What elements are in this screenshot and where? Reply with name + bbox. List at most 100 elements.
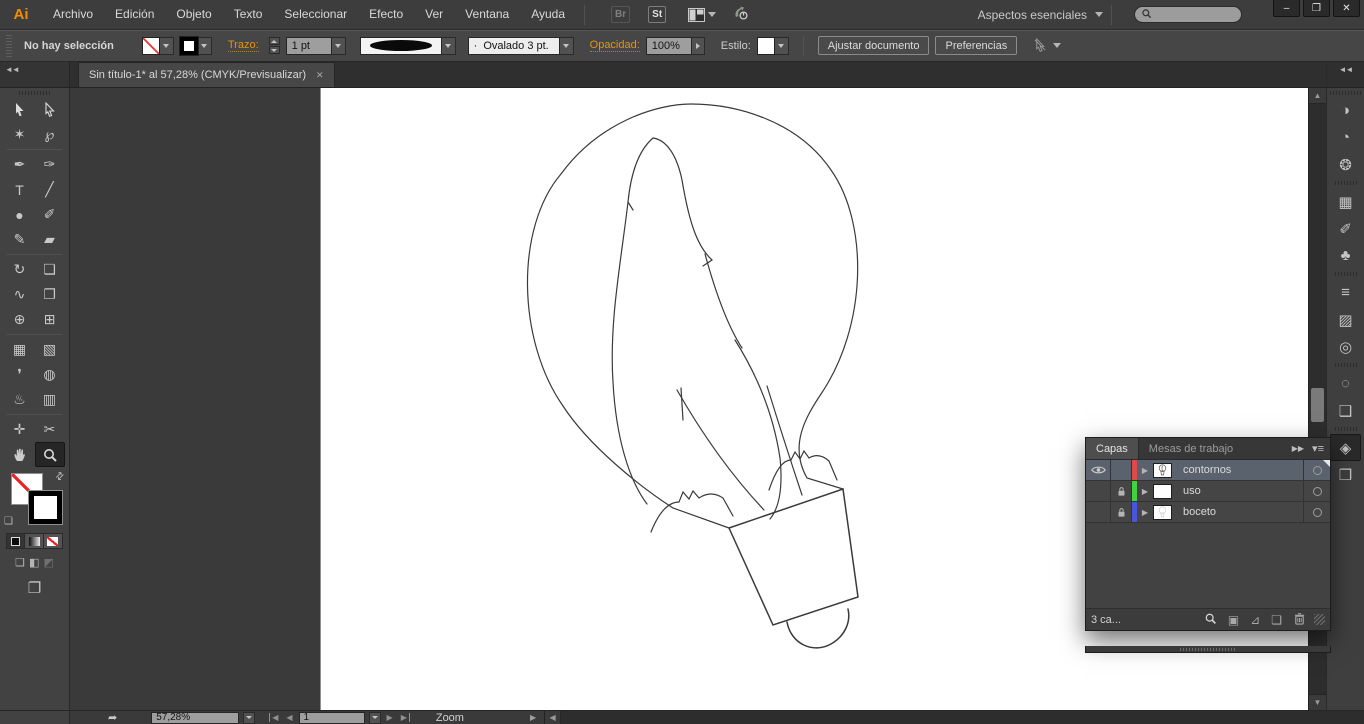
brushes-panel-icon[interactable]: ✐: [1330, 215, 1361, 242]
draw-behind-button[interactable]: ◧: [29, 556, 39, 569]
new-sublayer-icon[interactable]: ⊿: [1250, 613, 1260, 627]
expand-layer-icon[interactable]: ▶: [1137, 508, 1153, 517]
stroke-panel-icon[interactable]: ≡: [1330, 279, 1361, 306]
tab-capas[interactable]: Capas: [1086, 438, 1139, 459]
workspace-switcher[interactable]: Aspectos esenciales: [978, 8, 1103, 22]
opacity-label[interactable]: Opacidad:: [589, 39, 640, 52]
panel-grip[interactable]: [1329, 91, 1362, 95]
stroke-weight-stepper[interactable]: [268, 37, 280, 54]
none-button[interactable]: [43, 534, 62, 548]
paintbrush-tool[interactable]: ✐: [35, 202, 65, 227]
eraser-tool[interactable]: ▰: [35, 227, 65, 252]
layer-target-icon[interactable]: [1303, 481, 1330, 501]
opacity-input[interactable]: 100%: [645, 36, 692, 55]
brush-preview[interactable]: [359, 36, 442, 55]
restore-button[interactable]: ❐: [1303, 0, 1330, 17]
layer-name[interactable]: boceto: [1177, 506, 1303, 518]
layers-panel-icon[interactable]: ◈: [1330, 434, 1361, 461]
perspective-grid-tool[interactable]: ⊞: [35, 307, 65, 332]
visibility-toggle-icon[interactable]: [1086, 481, 1111, 501]
gradient-panel-icon[interactable]: ▨: [1330, 306, 1361, 333]
stroke-color-swatch[interactable]: [29, 491, 62, 524]
shape-builder-tool[interactable]: ⊕: [5, 307, 35, 332]
bridge-button[interactable]: Br: [611, 6, 631, 23]
lock-toggle-icon[interactable]: [1111, 502, 1132, 522]
artboard-dropdown-icon[interactable]: [368, 711, 381, 724]
zoom-tool[interactable]: [34, 442, 65, 467]
panel-resize-grip[interactable]: [1314, 614, 1325, 625]
layer-name[interactable]: uso: [1177, 485, 1303, 497]
width-tool[interactable]: ∿: [5, 282, 35, 307]
menu-objeto[interactable]: Objeto: [165, 0, 222, 29]
lock-toggle-icon[interactable]: [1111, 481, 1132, 501]
vertical-scroll-thumb[interactable]: [1311, 388, 1324, 422]
panel-grip[interactable]: [18, 91, 51, 95]
search-box[interactable]: [1134, 6, 1242, 23]
close-button[interactable]: ✕: [1333, 0, 1360, 17]
slice-tool[interactable]: ✂: [35, 417, 65, 442]
style-swatch[interactable]: [756, 36, 775, 55]
direct-selection-tool[interactable]: [35, 97, 65, 122]
layer-row-boceto[interactable]: ▶ boceto: [1086, 502, 1330, 523]
menu-ventana[interactable]: Ventana: [454, 0, 520, 29]
fill-dropdown-arrow-icon[interactable]: [159, 36, 174, 55]
panel-drag-handle[interactable]: [1085, 646, 1331, 653]
horizontal-scrollbar[interactable]: ◀: [544, 711, 1364, 724]
appearance-panel-icon[interactable]: ◌: [1330, 370, 1361, 397]
symbol-sprayer-tool[interactable]: ♨: [5, 387, 35, 412]
layer-target-icon[interactable]: [1303, 502, 1330, 522]
blend-tool[interactable]: ◍: [35, 362, 65, 387]
gradient-button[interactable]: [25, 534, 44, 548]
first-artboard-icon[interactable]: ◀: [269, 713, 280, 722]
zoom-dropdown-icon[interactable]: [243, 711, 256, 724]
menu-texto[interactable]: Texto: [223, 0, 274, 29]
collapse-tools-icon[interactable]: ◄◄: [0, 62, 70, 87]
opacity-spinner-icon[interactable]: [691, 36, 705, 55]
layer-row-uso[interactable]: ▶ uso: [1086, 481, 1330, 502]
magic-wand-tool[interactable]: ✶: [5, 122, 35, 147]
panel-menu-icon[interactable]: ▾≡: [1312, 442, 1324, 455]
expand-layer-icon[interactable]: ▶: [1137, 466, 1153, 475]
ellipse-tool[interactable]: ●: [5, 202, 35, 227]
lock-toggle-icon[interactable]: [1111, 460, 1132, 480]
menu-ayuda[interactable]: Ayuda: [520, 0, 576, 29]
hand-tool[interactable]: [5, 442, 35, 467]
select-similar-icon[interactable]: [1033, 38, 1062, 53]
menu-edicion[interactable]: Edición: [104, 0, 165, 29]
swatches-panel-icon[interactable]: ▦: [1330, 188, 1361, 215]
layer-row-contornos[interactable]: ▶ contornos: [1086, 460, 1330, 481]
graphic-styles-panel-icon[interactable]: ❑: [1330, 397, 1361, 424]
menu-seleccionar[interactable]: Seleccionar: [273, 0, 358, 29]
layer-target-icon[interactable]: [1303, 460, 1330, 480]
scroll-left-icon[interactable]: ◀: [545, 711, 562, 724]
mesh-tool[interactable]: ▦: [5, 337, 35, 362]
locate-object-icon[interactable]: [1204, 612, 1217, 628]
line-segment-tool[interactable]: ╱: [35, 177, 65, 202]
lasso-tool[interactable]: ℘: [35, 122, 65, 147]
document-tab[interactable]: Sin título-1* al 57,28% (CMYK/Previsuali…: [78, 62, 335, 87]
visibility-toggle-icon[interactable]: [1086, 502, 1111, 522]
brush-definition-dropdown-icon[interactable]: [559, 36, 574, 55]
brush-definition-select[interactable]: · Ovalado 3 pt.: [467, 36, 560, 55]
screen-mode-button[interactable]: ❐: [0, 579, 69, 597]
draw-inside-button[interactable]: ◩: [43, 556, 53, 569]
free-transform-tool[interactable]: ❐: [35, 282, 65, 307]
fill-swatch[interactable]: [141, 36, 160, 55]
menu-efecto[interactable]: Efecto: [358, 0, 414, 29]
zoom-level-field[interactable]: 57,28%: [151, 711, 240, 724]
selection-tool[interactable]: [5, 97, 35, 122]
status-expand-icon[interactable]: ▶: [530, 713, 536, 722]
layer-name[interactable]: contornos: [1177, 464, 1303, 476]
visibility-toggle-icon[interactable]: [1086, 460, 1111, 480]
scroll-up-icon[interactable]: ▲: [1309, 88, 1326, 104]
previous-artboard-icon[interactable]: ◀: [284, 713, 294, 722]
transparency-panel-icon[interactable]: ◎: [1330, 333, 1361, 360]
artboard-tool[interactable]: ✛: [5, 417, 35, 442]
expand-layer-icon[interactable]: ▶: [1137, 487, 1153, 496]
draw-normal-button[interactable]: ❏: [15, 556, 25, 569]
scale-tool[interactable]: ❏: [35, 257, 65, 282]
stroke-weight-label[interactable]: Trazo:: [227, 39, 259, 52]
stroke-weight-input[interactable]: 1 pt: [285, 36, 332, 55]
export-status-icon[interactable]: ➦: [108, 711, 117, 724]
rotate-tool[interactable]: ↻: [5, 257, 35, 282]
